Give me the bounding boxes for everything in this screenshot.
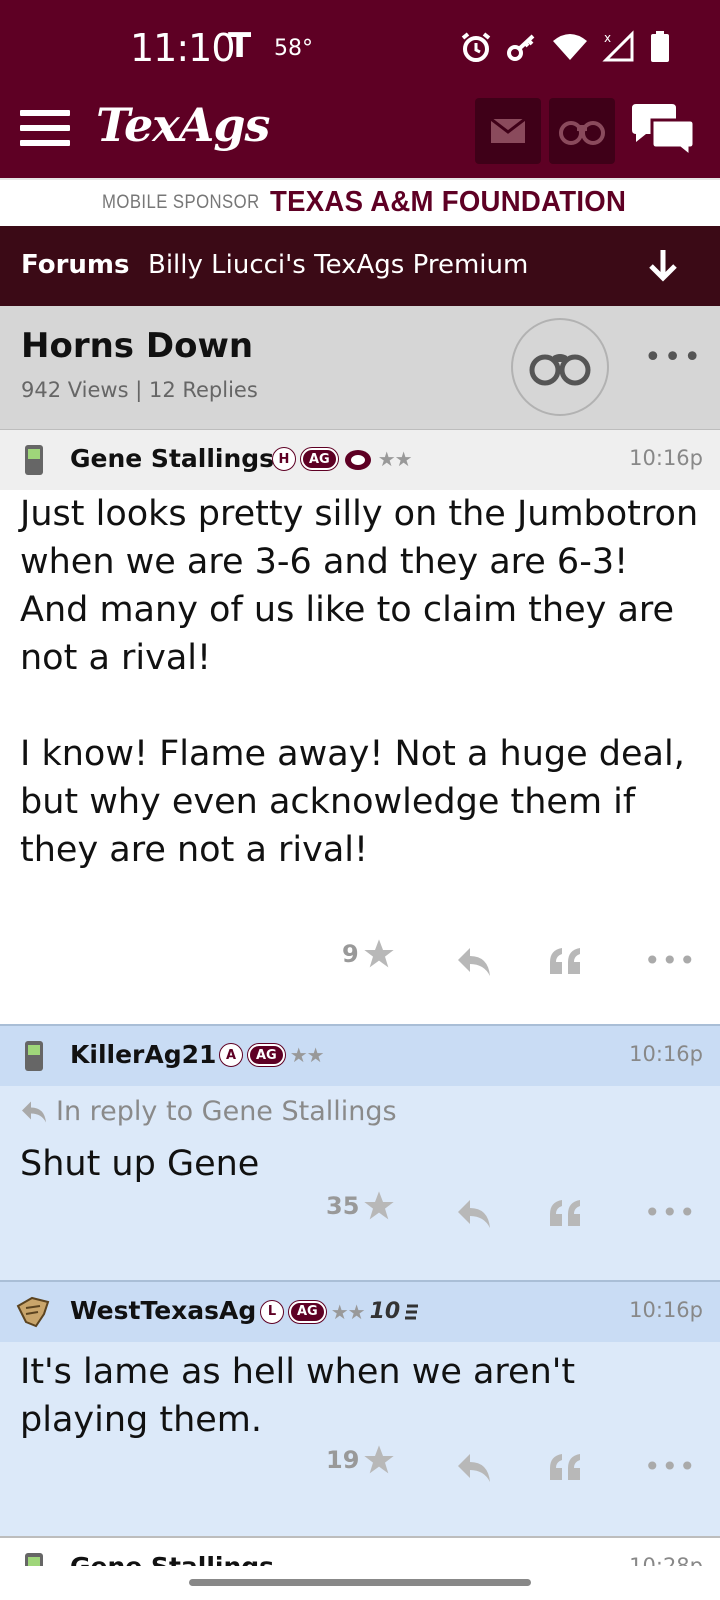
star-icon: [364, 1445, 395, 1474]
svg-text:x: x: [604, 31, 611, 45]
star-icon: [364, 1191, 395, 1220]
user-badges: L AG ★★ 10: [260, 1299, 419, 1324]
forum-name-link[interactable]: Billy Liucci's TexAgs Premium: [148, 250, 528, 280]
messages-button[interactable]: [475, 98, 541, 164]
mail-icon: [490, 118, 526, 143]
status-bar: 11:10 T 58° x: [0, 0, 720, 96]
app-header: TexAgs: [0, 96, 720, 178]
navigation-bar: [0, 1566, 720, 1600]
binoculars-icon: [529, 354, 591, 386]
team-logo-icon: [344, 450, 371, 470]
alarm-icon: [461, 32, 491, 62]
texags-logo[interactable]: TexAgs: [96, 98, 270, 152]
star-button[interactable]: 35: [326, 1190, 395, 1222]
watch-thread-button[interactable]: [511, 318, 609, 416]
carrier-icon: T: [228, 26, 252, 66]
thread-more-button[interactable]: •••: [644, 340, 703, 375]
battery-icon: [651, 31, 669, 62]
reply-icon: [22, 1101, 46, 1122]
quote-icon[interactable]: [548, 946, 582, 976]
thread-header: Horns Down 942 Views | 12 Replies •••: [0, 306, 720, 430]
post-header: KillerAg21 A AG ★★ 10:16p: [0, 1026, 720, 1086]
post-body: Shut up Gene: [20, 1144, 260, 1184]
post-time: 10:16p: [629, 446, 703, 470]
post-header: WestTexasAg L AG ★★ 10 10:16p: [0, 1282, 720, 1342]
binoculars-icon: [559, 121, 605, 145]
star-icon: [364, 939, 394, 968]
post: KillerAg21 A AG ★★ 10:16p In reply to Ge…: [0, 1024, 720, 1280]
post-more-button[interactable]: •••: [644, 1196, 697, 1229]
rating-stars: ★★: [289, 1043, 325, 1067]
post-actions: 9 •••: [0, 938, 720, 988]
thread-stats: 942 Views | 12 Replies: [21, 378, 258, 402]
post-more-button[interactable]: •••: [644, 944, 697, 977]
status-icons: x: [460, 30, 670, 64]
post-time: 10:16p: [629, 1042, 703, 1066]
chat-icon: [632, 104, 696, 160]
quote-icon[interactable]: [548, 1198, 582, 1228]
post-time: 10:28p: [629, 1554, 703, 1566]
user-badges: H AG ★★: [272, 447, 413, 471]
forum-breadcrumb: Forums Billy Liucci's TexAgs Premium: [0, 226, 720, 306]
menu-icon[interactable]: [20, 110, 70, 150]
reply-icon[interactable]: [456, 946, 492, 978]
forums-link[interactable]: Forums: [21, 250, 129, 280]
user-avatar-icon: [16, 1296, 50, 1328]
quote-icon[interactable]: [548, 1452, 582, 1482]
star-button[interactable]: 9: [342, 938, 395, 970]
post-author[interactable]: WestTexasAg: [70, 1296, 256, 1325]
arrow-down-icon[interactable]: [648, 248, 678, 282]
ag-badge: AG: [301, 448, 338, 470]
reply-icon[interactable]: [456, 1198, 492, 1230]
thread-title: Horns Down: [21, 326, 254, 366]
post-author[interactable]: KillerAg21: [70, 1040, 216, 1069]
post-paragraph: Just looks pretty silly on the Jumbotron…: [20, 494, 699, 678]
reply-reference[interactable]: In reply to Gene Stallings: [20, 1096, 397, 1127]
post-actions: 35 •••: [0, 1190, 720, 1240]
post-author[interactable]: Gene Stallings: [70, 1552, 274, 1566]
wifi-icon: [553, 34, 587, 60]
mobile-device-icon: [25, 1553, 43, 1566]
signal-icon: x: [602, 30, 634, 62]
sponsor-banner[interactable]: MOBILE SPONSOR TEXAS A&M FOUNDATION: [0, 178, 720, 226]
sponsor-name[interactable]: TEXAS A&M FOUNDATION: [270, 186, 626, 219]
post-author[interactable]: Gene Stallings: [70, 444, 274, 473]
badge-letter: H: [272, 447, 296, 471]
post: Gene Stallings H AG ★★ 10:16p Just looks…: [0, 430, 720, 1024]
key-icon: [507, 34, 535, 61]
post: WestTexasAg L AG ★★ 10 10:16p It's lame …: [0, 1280, 720, 1536]
mobile-device-icon: [25, 445, 43, 475]
badge-letter: L: [260, 1299, 284, 1324]
post-time: 10:16p: [629, 1298, 703, 1322]
rating-stars: ★★: [377, 447, 413, 471]
home-gesture-handle[interactable]: [189, 1579, 531, 1586]
star-count: 9: [342, 940, 359, 968]
ag-badge: AG: [248, 1044, 285, 1066]
mobile-device-icon: [25, 1041, 43, 1071]
ten-year-lines-icon: [405, 1304, 419, 1319]
post: Gene Stallings 10:28p: [0, 1536, 720, 1566]
ag-badge: AG: [289, 1300, 326, 1323]
post-body: It's lame as hell when we aren't playing…: [20, 1352, 576, 1440]
temperature: 58°: [274, 36, 313, 61]
ten-year-badge: 10: [369, 1299, 401, 1324]
post-header: Gene Stallings H AG ★★ 10:16p: [0, 430, 720, 490]
post-more-button[interactable]: •••: [644, 1450, 697, 1483]
reply-icon[interactable]: [456, 1452, 492, 1484]
reply-to-label: In reply to Gene Stallings: [56, 1096, 397, 1127]
chat-button[interactable]: [630, 104, 696, 160]
rating-stars: ★★: [330, 1299, 366, 1324]
watchlist-button[interactable]: [549, 98, 615, 164]
post-header: Gene Stallings 10:28p: [0, 1538, 720, 1566]
post-paragraph: I know! Flame away! Not a huge deal, but…: [20, 734, 685, 870]
star-count: 35: [326, 1192, 360, 1220]
user-badges: A AG ★★: [219, 1043, 325, 1067]
sponsor-label: MOBILE SPONSOR: [102, 192, 260, 213]
star-count: 19: [326, 1446, 360, 1474]
star-button[interactable]: 19: [326, 1444, 395, 1476]
post-actions: 19 •••: [0, 1444, 720, 1494]
post-body: Just looks pretty silly on the Jumbotron…: [20, 490, 700, 874]
badge-letter: A: [219, 1043, 243, 1067]
status-time: 11:10: [130, 26, 236, 70]
